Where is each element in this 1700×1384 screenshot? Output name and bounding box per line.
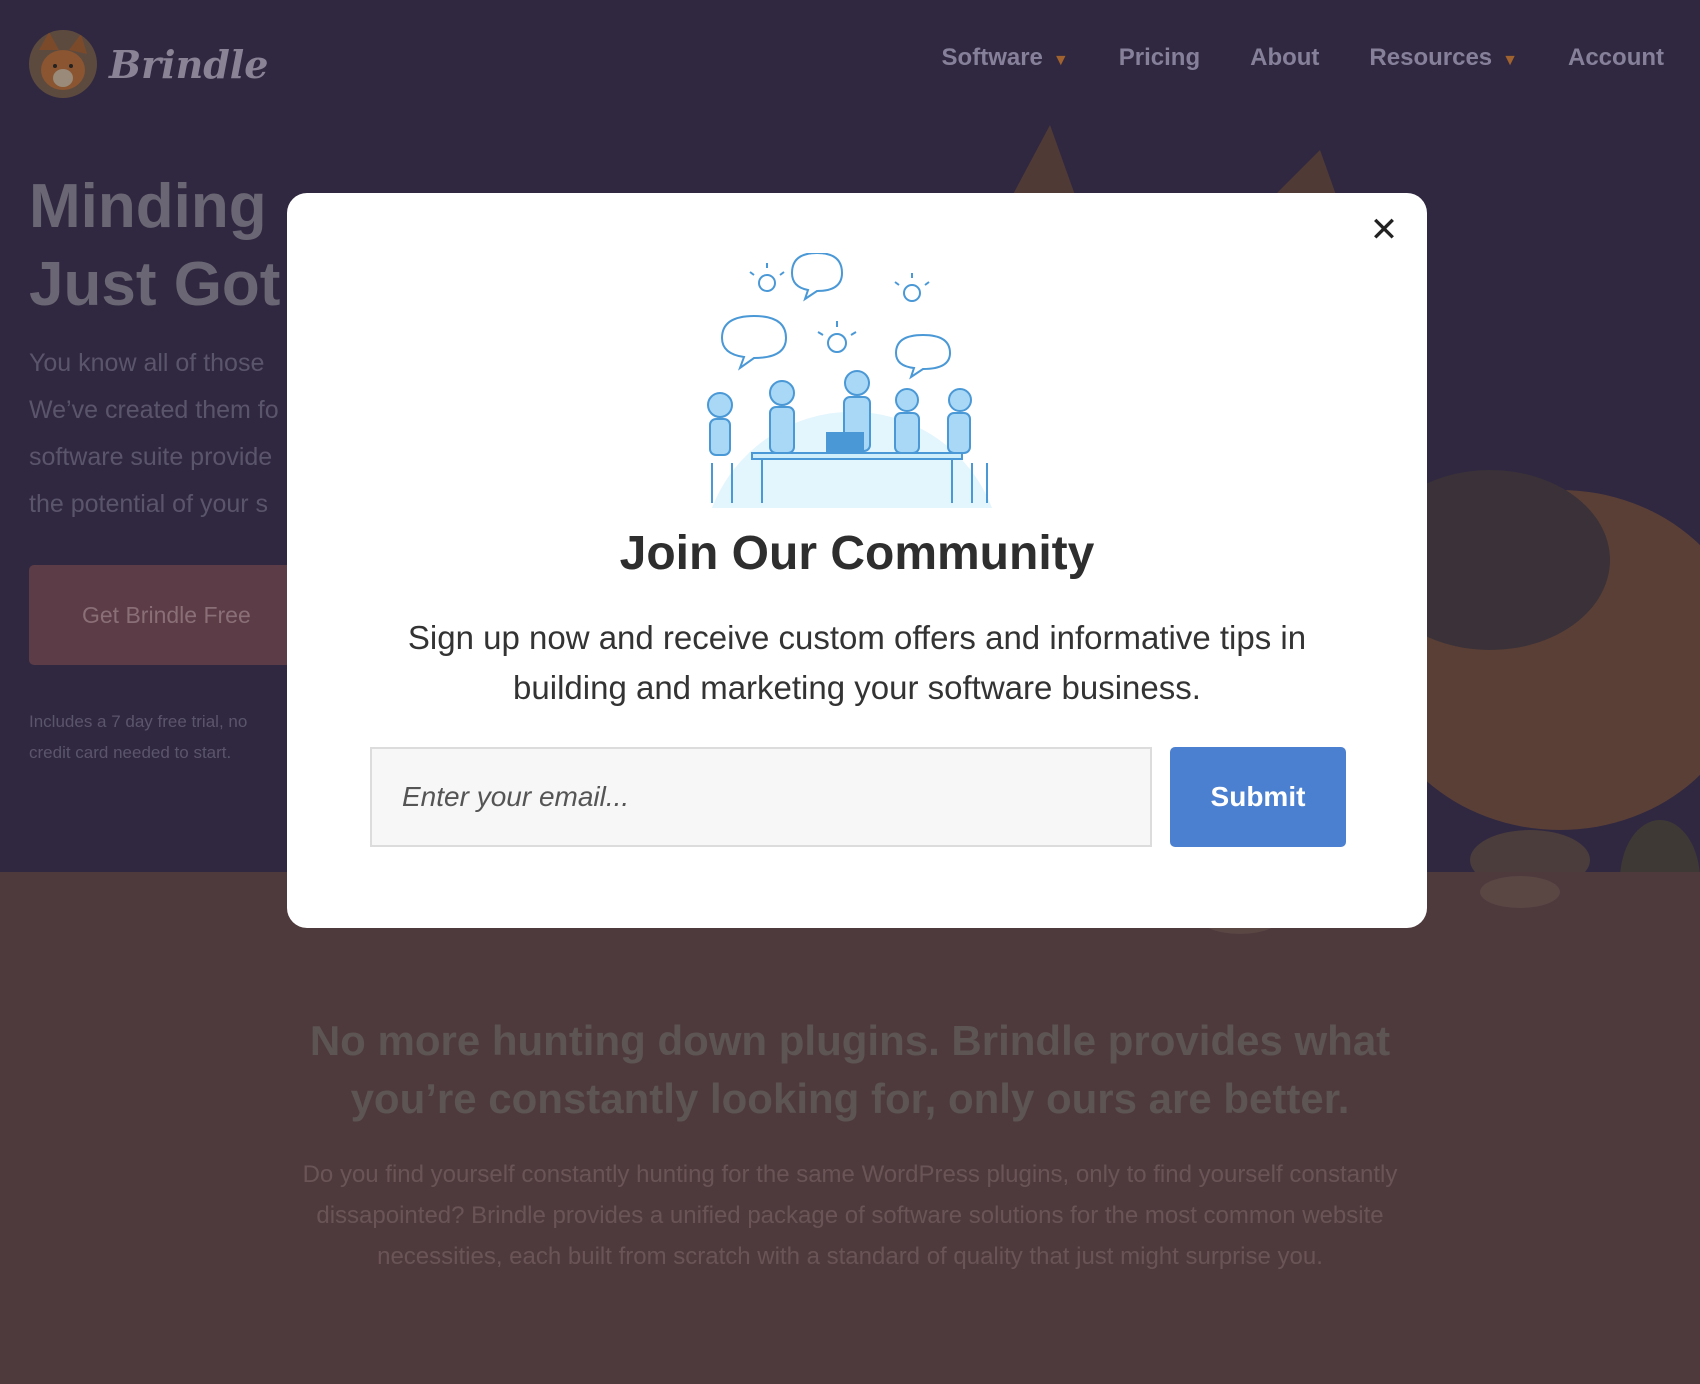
features-title-line: you’re constantly looking for, only ours… xyxy=(350,1075,1350,1122)
email-field[interactable] xyxy=(370,747,1152,847)
features-title: No more hunting down plugins. Brindle pr… xyxy=(200,1012,1500,1128)
features-section: No more hunting down plugins. Brindle pr… xyxy=(0,872,1700,1384)
trial-note: Includes a 7 day free trial, no credit c… xyxy=(29,706,319,768)
modal-description: Sign up now and receive custom offers an… xyxy=(347,613,1367,713)
nav-pricing[interactable]: Pricing xyxy=(1119,44,1200,72)
newsletter-modal: ✕ Join Our Community Sign up now and rec… xyxy=(287,193,1427,928)
modal-text-line: building and marketing your software bus… xyxy=(513,669,1201,706)
nav-software[interactable]: Software ▼ xyxy=(942,44,1069,72)
close-icon[interactable]: ✕ xyxy=(1367,210,1401,250)
get-brindle-free-button[interactable]: Get Brindle Free xyxy=(29,565,329,665)
brand-name: Brindle xyxy=(109,41,269,87)
trial-note-line: Includes a 7 day free trial, no xyxy=(29,712,248,731)
features-text-line: necessities, each built from scratch wit… xyxy=(377,1243,1323,1270)
nav-about[interactable]: About xyxy=(1250,44,1319,72)
caret-down-icon: ▼ xyxy=(1502,52,1518,69)
features-text-line: Do you find yourself constantly hunting … xyxy=(302,1161,1398,1188)
features-title-line: No more hunting down plugins. Brindle pr… xyxy=(309,1017,1391,1064)
nav-resources-label: Resources xyxy=(1369,44,1493,71)
nav-account[interactable]: Account xyxy=(1568,44,1664,72)
nav-software-label: Software xyxy=(941,44,1043,71)
features-description: Do you find yourself constantly hunting … xyxy=(230,1154,1470,1277)
features-text-line: dissapointed? Brindle provides a unified… xyxy=(316,1202,1384,1229)
modal-text-line: Sign up now and receive custom offers an… xyxy=(407,619,1307,656)
main-nav: Software ▼ Pricing About Resources ▼ Accou… xyxy=(942,44,1664,72)
trial-note-line: credit card needed to start. xyxy=(29,743,232,762)
brand[interactable]: Brindle xyxy=(29,30,268,98)
team-meeting-illustration xyxy=(707,253,992,508)
nav-resources[interactable]: Resources ▼ xyxy=(1369,44,1518,72)
caret-down-icon: ▼ xyxy=(1052,52,1069,69)
modal-title: Join Our Community xyxy=(619,527,1095,580)
corgi-logo-icon xyxy=(29,30,97,98)
submit-button[interactable]: Submit xyxy=(1170,747,1346,847)
